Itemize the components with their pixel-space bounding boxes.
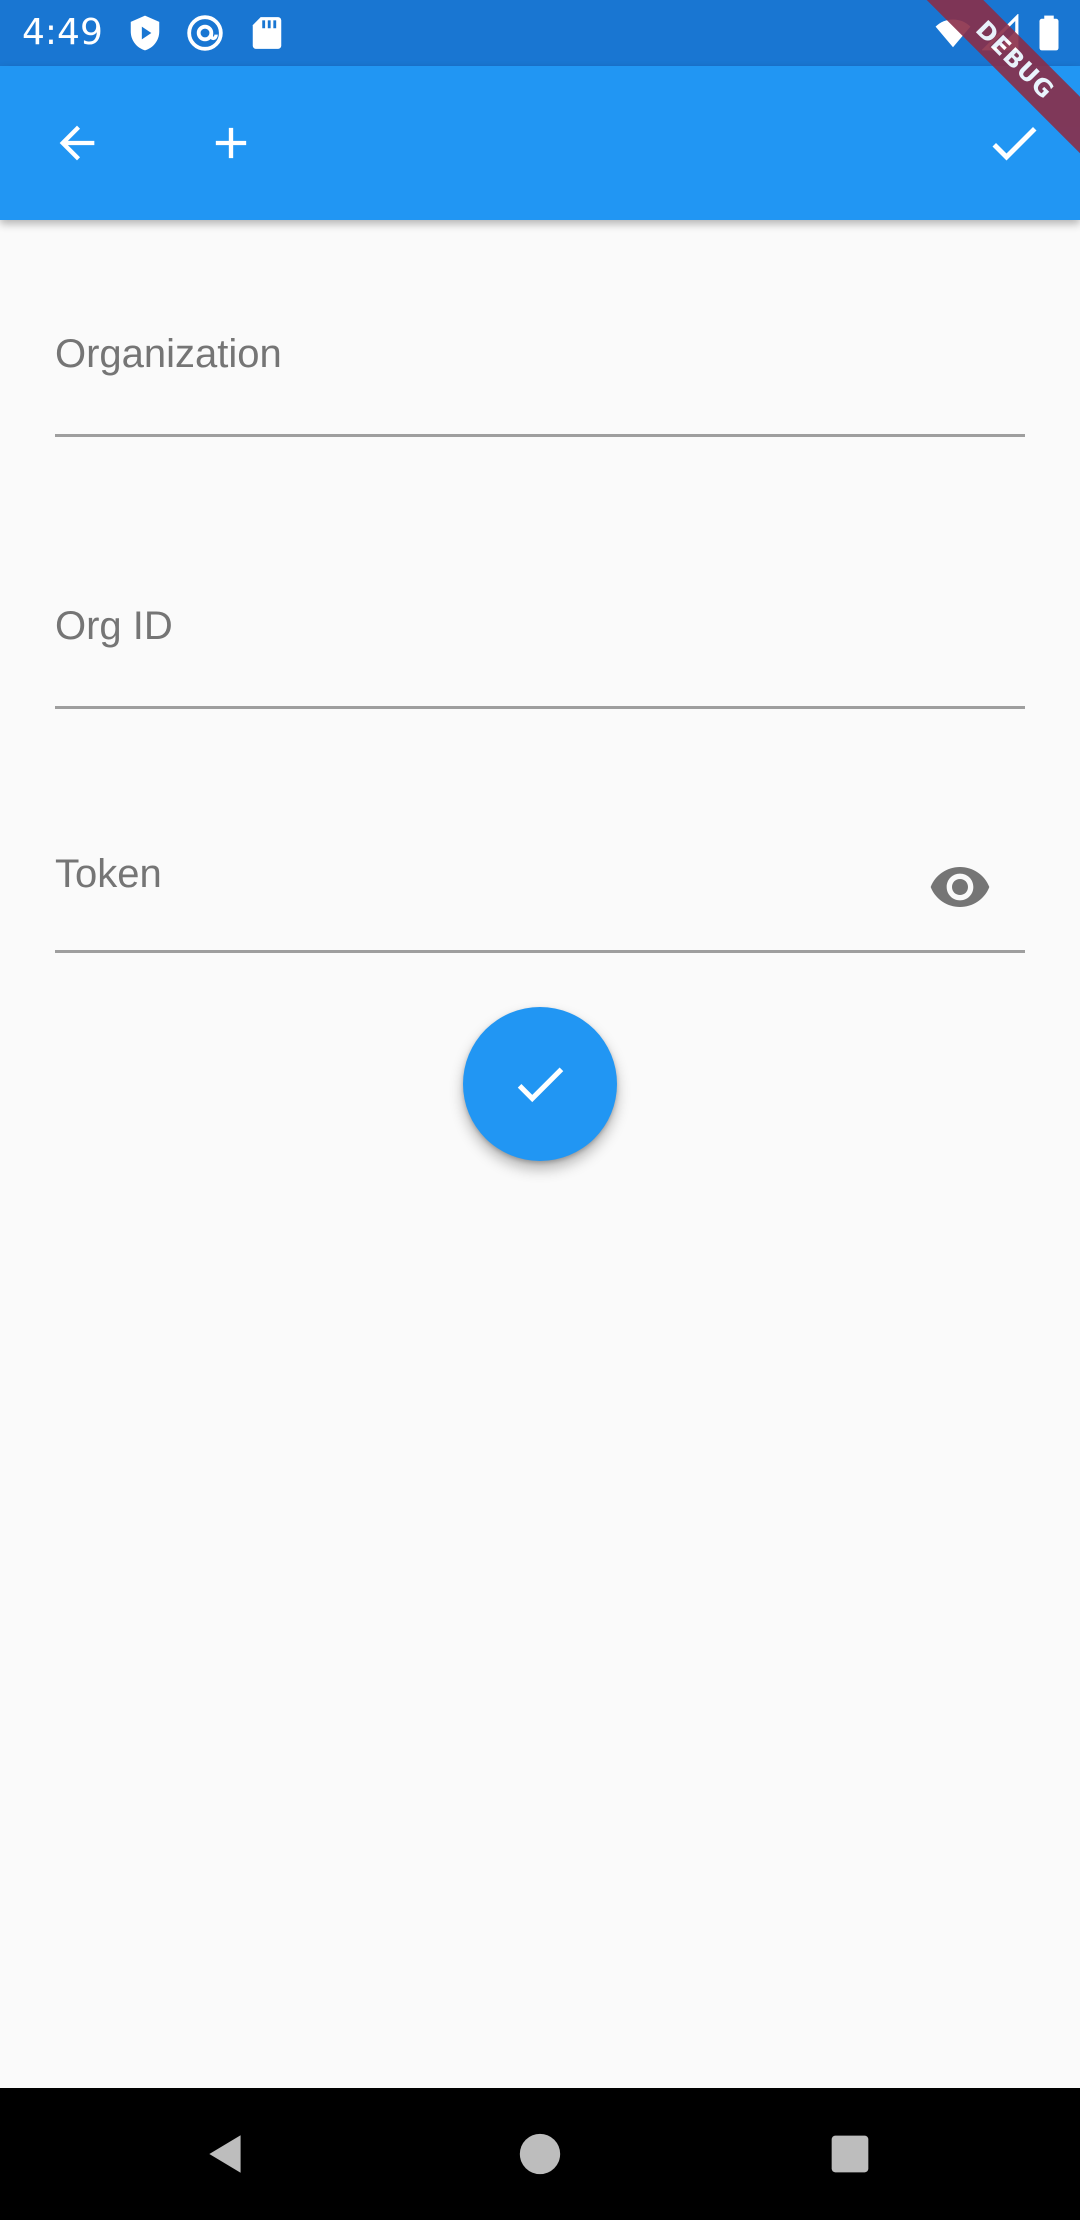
check-icon bbox=[992, 127, 1037, 161]
app-bar bbox=[0, 66, 1080, 220]
battery-icon bbox=[1039, 15, 1059, 51]
status-time: 4:49 bbox=[22, 12, 103, 53]
nav-back-button[interactable] bbox=[190, 2118, 262, 2190]
toggle-visibility-button[interactable] bbox=[925, 852, 995, 922]
org-id-label: Org ID bbox=[55, 604, 173, 648]
triangle-back-icon bbox=[209, 2135, 241, 2173]
eye-icon bbox=[930, 867, 990, 907]
shield-play-icon bbox=[130, 15, 160, 51]
nav-recents-button[interactable] bbox=[814, 2118, 886, 2190]
organization-underline bbox=[55, 434, 1025, 437]
square-recents-icon bbox=[831, 2135, 869, 2173]
submit-fab[interactable] bbox=[463, 1007, 617, 1161]
org-id-field[interactable]: Org ID bbox=[55, 592, 1025, 712]
org-id-underline bbox=[55, 706, 1025, 709]
token-field[interactable]: Token bbox=[55, 840, 1025, 960]
nav-home-button[interactable] bbox=[504, 2118, 576, 2190]
circle-home-icon bbox=[519, 2133, 561, 2175]
at-sign-icon bbox=[187, 15, 223, 51]
token-label: Token bbox=[55, 852, 162, 896]
token-underline bbox=[55, 950, 1025, 953]
arrow-back-icon bbox=[59, 125, 95, 161]
navigation-bar bbox=[0, 2088, 1080, 2220]
sd-card-icon bbox=[252, 17, 282, 49]
screen: 4:49 DEBUG Organization Org ID Token bbox=[0, 0, 1080, 2220]
plus-icon bbox=[215, 127, 247, 159]
organization-field[interactable]: Organization bbox=[55, 320, 1025, 440]
back-button[interactable] bbox=[29, 95, 125, 191]
status-bar: 4:49 bbox=[0, 0, 1080, 66]
add-button[interactable] bbox=[183, 95, 279, 191]
organization-label: Organization bbox=[55, 332, 282, 376]
check-icon bbox=[517, 1067, 564, 1103]
